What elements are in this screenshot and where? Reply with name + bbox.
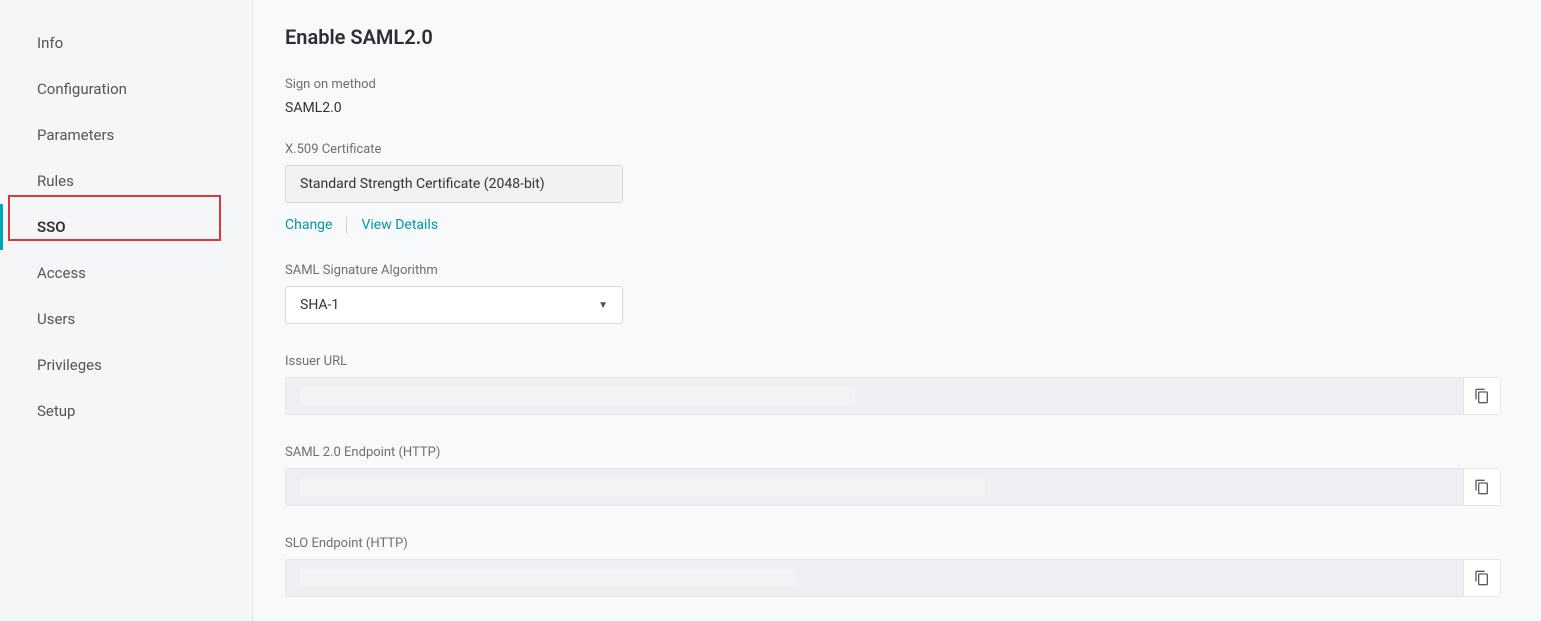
sign-on-method-value: SAML2.0: [285, 100, 1501, 116]
saml-endpoint-row: [285, 468, 1501, 506]
certificate-label: X.509 Certificate: [285, 142, 1501, 157]
sidebar-item-label: Setup: [37, 402, 75, 420]
link-divider: [346, 217, 347, 233]
certificate-section: X.509 Certificate Standard Strength Cert…: [285, 142, 1501, 233]
sidebar-item-setup[interactable]: Setup: [0, 388, 252, 434]
signature-algorithm-value: SHA-1: [300, 297, 339, 313]
sidebar: Info Configuration Parameters Rules SSO …: [0, 0, 253, 621]
sign-on-method-label: Sign on method: [285, 77, 1501, 92]
issuer-url-input[interactable]: [285, 377, 1463, 415]
signature-algorithm-label: SAML Signature Algorithm: [285, 263, 1501, 278]
saml-endpoint-section: SAML 2.0 Endpoint (HTTP): [285, 445, 1501, 506]
sidebar-item-sso[interactable]: SSO: [0, 204, 252, 250]
view-details-link[interactable]: View Details: [361, 217, 438, 233]
signature-algorithm-section: SAML Signature Algorithm SHA-1 ▼: [285, 263, 1501, 324]
sidebar-item-configuration[interactable]: Configuration: [0, 66, 252, 112]
saml-endpoint-label: SAML 2.0 Endpoint (HTTP): [285, 445, 1501, 460]
copy-icon: [1474, 388, 1490, 404]
issuer-url-label: Issuer URL: [285, 354, 1501, 369]
signature-algorithm-select-wrap: SHA-1 ▼: [285, 286, 623, 324]
sidebar-item-label: Rules: [37, 172, 74, 190]
slo-endpoint-label: SLO Endpoint (HTTP): [285, 536, 1501, 551]
certificate-actions: Change View Details: [285, 217, 1501, 233]
caret-down-icon: ▼: [598, 300, 608, 311]
sidebar-item-label: Access: [37, 264, 86, 282]
slo-endpoint-value-redacted: [300, 569, 795, 587]
copy-saml-endpoint-button[interactable]: [1463, 468, 1501, 506]
sidebar-item-label: Configuration: [37, 80, 127, 98]
issuer-url-row: [285, 377, 1501, 415]
copy-issuer-url-button[interactable]: [1463, 377, 1501, 415]
sign-on-method-section: Sign on method SAML2.0: [285, 77, 1501, 116]
sidebar-item-label: Privileges: [37, 356, 102, 374]
slo-endpoint-section: SLO Endpoint (HTTP): [285, 536, 1501, 597]
copy-slo-endpoint-button[interactable]: [1463, 559, 1501, 597]
signature-algorithm-select[interactable]: SHA-1 ▼: [285, 286, 623, 324]
sidebar-item-label: SSO: [37, 218, 66, 236]
sidebar-item-label: Info: [37, 34, 63, 52]
copy-icon: [1474, 570, 1490, 586]
slo-endpoint-input[interactable]: [285, 559, 1463, 597]
sidebar-item-rules[interactable]: Rules: [0, 158, 252, 204]
sidebar-item-users[interactable]: Users: [0, 296, 252, 342]
change-certificate-link[interactable]: Change: [285, 217, 332, 233]
page-title: Enable SAML2.0: [285, 25, 1501, 49]
sidebar-item-info[interactable]: Info: [0, 20, 252, 66]
sidebar-item-parameters[interactable]: Parameters: [0, 112, 252, 158]
saml-endpoint-value-redacted: [300, 478, 985, 496]
issuer-url-value-redacted: [300, 387, 855, 405]
certificate-value: Standard Strength Certificate (2048-bit): [300, 176, 545, 192]
sidebar-item-label: Parameters: [37, 126, 114, 144]
sidebar-item-label: Users: [37, 310, 75, 328]
slo-endpoint-row: [285, 559, 1501, 597]
copy-icon: [1474, 479, 1490, 495]
issuer-url-section: Issuer URL: [285, 354, 1501, 415]
sidebar-item-access[interactable]: Access: [0, 250, 252, 296]
main-panel: Enable SAML2.0 Sign on method SAML2.0 X.…: [253, 0, 1541, 621]
saml-endpoint-input[interactable]: [285, 468, 1463, 506]
certificate-value-box: Standard Strength Certificate (2048-bit): [285, 165, 623, 203]
sidebar-item-privileges[interactable]: Privileges: [0, 342, 252, 388]
